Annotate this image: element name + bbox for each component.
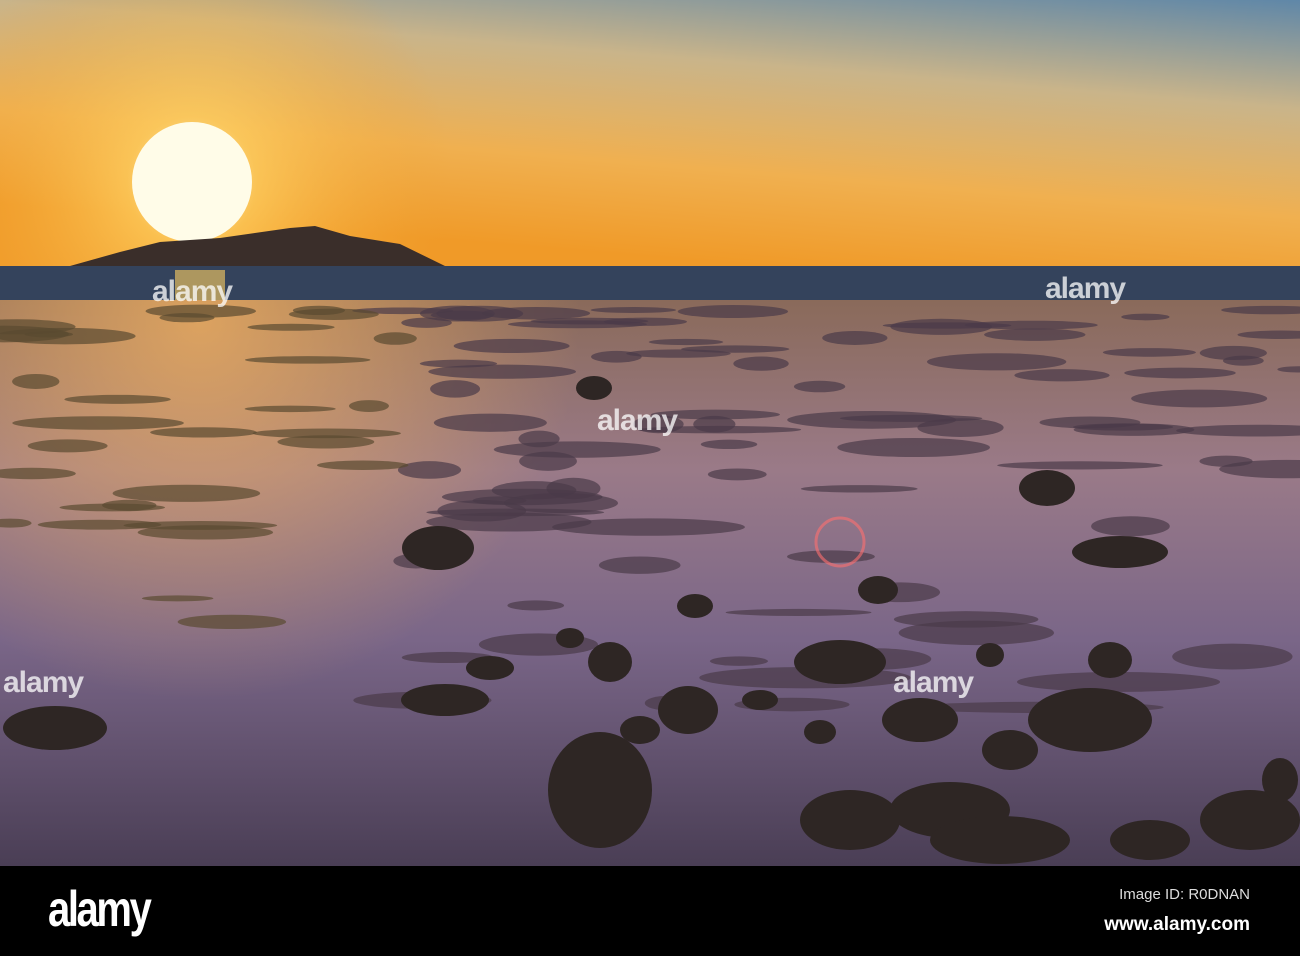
rock <box>882 698 958 742</box>
seaweed-patch <box>590 306 677 314</box>
rock <box>576 376 612 400</box>
seaweed-patch <box>1172 643 1293 670</box>
rock <box>548 732 652 848</box>
rock <box>677 594 713 618</box>
seaweed-patch <box>64 394 171 404</box>
rock <box>588 642 632 682</box>
photo-scene: alamy alamy alamy alamy alamy alamy Image ID… <box>0 0 1300 956</box>
seaweed-patch <box>677 305 789 318</box>
seaweed-patch <box>997 461 1163 470</box>
rock <box>556 628 584 648</box>
rock <box>804 720 836 744</box>
seaweed-patch <box>453 338 570 354</box>
rock <box>1088 642 1132 678</box>
seaweed-patch <box>822 330 888 345</box>
seaweed-patch <box>141 595 214 602</box>
seaweed-patch <box>800 485 918 493</box>
rock <box>1028 688 1152 752</box>
seaweed-patch <box>898 620 1055 646</box>
seaweed-patch <box>397 461 462 479</box>
seaweed-patch <box>926 353 1067 371</box>
rock <box>402 526 474 570</box>
seaweed-patch <box>12 373 60 389</box>
seaweed-patch <box>1131 389 1268 408</box>
seaweed-patch <box>252 428 401 439</box>
rock <box>620 716 660 744</box>
seaweed-patch <box>793 380 846 393</box>
rock <box>466 656 514 680</box>
seaweed-patch <box>102 499 157 511</box>
watermark: alamy <box>893 666 974 699</box>
seaweed-patch <box>244 405 336 413</box>
seaweed-patch <box>707 468 767 481</box>
seaweed-patch <box>159 312 215 323</box>
seaweed-patch <box>837 437 990 458</box>
seaweed-patch <box>890 318 992 335</box>
site-url: www.alamy.com <box>1104 914 1250 935</box>
rock <box>658 686 718 734</box>
seaweed-patch <box>1124 367 1236 379</box>
rock <box>1072 536 1168 568</box>
rock <box>858 576 898 604</box>
rock <box>930 816 1070 864</box>
watermark: alamy <box>597 404 678 437</box>
seaweed-patch <box>317 460 409 470</box>
rock <box>1262 758 1298 802</box>
seaweed-patch <box>530 317 649 325</box>
rock <box>742 690 778 710</box>
rock <box>3 706 107 750</box>
seaweed-patch <box>733 356 789 371</box>
seaweed-patch <box>247 323 335 331</box>
seaweed-patch <box>401 317 452 328</box>
seaweed-patch <box>839 414 983 422</box>
seaweed-patch <box>1072 423 1174 431</box>
rock <box>982 730 1038 770</box>
rock <box>1110 820 1190 860</box>
seaweed-patch <box>1091 516 1170 537</box>
seaweed-patch <box>27 439 108 453</box>
seaweed-patch <box>681 345 790 353</box>
image-id: Image ID: R0DNAN <box>1119 886 1250 903</box>
seaweed-patch <box>598 556 681 574</box>
rock <box>794 640 886 684</box>
seaweed-patch <box>507 600 565 611</box>
footer-bar: alamy Image ID: R0DNAN www.alamy.com <box>0 866 1300 956</box>
seaweed-patch <box>1199 455 1253 467</box>
seaweed-patch <box>433 413 547 432</box>
rock <box>976 643 1004 667</box>
seaweed-patch <box>430 380 481 398</box>
seaweed-patch <box>150 427 257 438</box>
seaweed-patch <box>12 416 184 430</box>
seaweed-patch <box>288 308 379 320</box>
seaweed-patch <box>1121 313 1170 321</box>
rock <box>401 684 489 716</box>
rock <box>800 790 900 850</box>
seaweed-patch <box>984 328 1086 341</box>
seaweed-patch <box>428 364 577 379</box>
seaweed-patch <box>648 338 724 346</box>
sun <box>132 122 252 242</box>
watermark: alamy <box>3 666 84 699</box>
seaweed-patch <box>1199 345 1267 361</box>
seaweed-patch <box>725 608 872 616</box>
seaweed-patch <box>177 614 287 630</box>
rock <box>1019 470 1075 506</box>
seaweed-patch <box>693 415 736 433</box>
seaweed-patch <box>709 656 768 666</box>
seaweed-patch <box>493 441 661 458</box>
seaweed-patch <box>1014 369 1110 382</box>
seaweed-patch <box>591 350 642 363</box>
seaweed-patch <box>123 521 278 530</box>
alamy-logo: alamy <box>48 881 152 937</box>
watermark: alamy <box>152 275 233 308</box>
seaweed-patch <box>373 332 417 345</box>
seaweed-patch <box>244 356 371 364</box>
seaweed-patch <box>426 508 605 517</box>
seaweed-patch <box>348 400 389 412</box>
seaweed-patch <box>112 484 261 502</box>
seaweed-patch <box>700 439 758 450</box>
watermark: alamy <box>1045 272 1126 305</box>
seaweed-patch <box>1102 348 1196 357</box>
